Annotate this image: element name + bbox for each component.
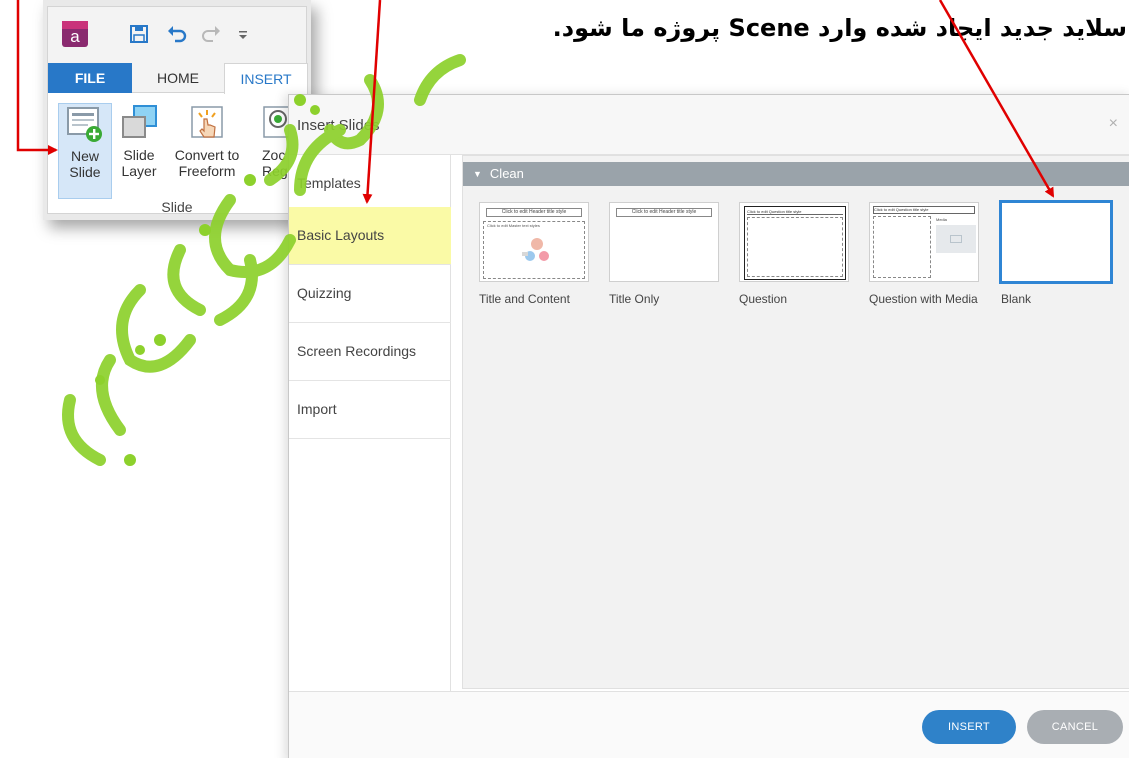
thumb-body: Click to edit Master text styles bbox=[483, 221, 585, 279]
tab-home[interactable]: HOME bbox=[140, 63, 216, 93]
quick-access-toolbar: a bbox=[48, 7, 306, 63]
ribbon-group-label: Slide bbox=[161, 199, 193, 215]
sidebar-item-screen-recordings[interactable]: Screen Recordings bbox=[289, 323, 451, 381]
dialog-footer: INSERT CANCEL bbox=[289, 691, 1129, 758]
zoom-region-label-1: Zoc bbox=[262, 147, 286, 163]
instruction-caption: سلاید جدید ایجاد شده وارد Scene پروژه ما… bbox=[552, 14, 1127, 42]
insert-slides-dialog: Insert Slides × Templates Basic Layouts … bbox=[288, 94, 1129, 758]
thumb-header: Click to edit Header title style bbox=[486, 208, 582, 217]
save-icon[interactable] bbox=[128, 23, 150, 45]
undo-icon[interactable] bbox=[166, 23, 188, 45]
convert-freeform-icon bbox=[191, 106, 223, 138]
sidebar-item-quizzing[interactable]: Quizzing bbox=[289, 265, 451, 323]
layout-label: Title and Content bbox=[479, 292, 570, 306]
new-slide-button[interactable]: New Slide bbox=[58, 103, 112, 199]
convert-freeform-label-1: Convert to bbox=[174, 147, 240, 163]
thumb-frame: Click to edit Question title style bbox=[744, 206, 846, 280]
layout-gallery: ▼ Clean Click to edit Header title style … bbox=[462, 155, 1129, 689]
slide-layer-label-1: Slide bbox=[123, 147, 155, 163]
section-title: Clean bbox=[489, 166, 524, 181]
collapse-triangle-icon: ▼ bbox=[473, 169, 482, 179]
placeholder-graphic-icon bbox=[522, 238, 549, 261]
convert-freeform-button[interactable]: Convert to Freeform bbox=[166, 103, 248, 179]
slide-layer-button[interactable]: Slide Layer bbox=[116, 103, 162, 179]
customize-toolbar-icon[interactable] bbox=[232, 23, 254, 45]
layout-label: Title Only bbox=[609, 292, 660, 306]
sidebar-item-import[interactable]: Import bbox=[289, 381, 451, 439]
media-image-icon bbox=[950, 235, 962, 243]
media-placeholder bbox=[936, 225, 976, 253]
thumb-body bbox=[873, 216, 931, 278]
new-slide-label-1: New bbox=[70, 148, 99, 164]
insert-button[interactable]: INSERT bbox=[922, 710, 1016, 744]
thumb-header: Click to edit Question title style bbox=[873, 206, 975, 214]
cancel-button[interactable]: CANCEL bbox=[1027, 710, 1123, 744]
new-slide-icon bbox=[67, 107, 102, 142]
tab-file[interactable]: FILE bbox=[48, 63, 132, 93]
layout-tile-title-only[interactable]: Click to edit Header title style bbox=[609, 202, 719, 282]
layout-tile-title-and-content[interactable]: Click to edit Header title style Click t… bbox=[479, 202, 589, 282]
layout-label: Question bbox=[739, 292, 788, 306]
slide-layer-icon bbox=[122, 105, 157, 138]
ribbon: a FILE HOME INSERT New Slide Slide Layer… bbox=[47, 6, 308, 215]
redo-icon[interactable] bbox=[200, 23, 222, 45]
layout-tile-question[interactable]: Click to edit Question title style bbox=[739, 202, 849, 282]
svg-text:a: a bbox=[70, 27, 80, 46]
dialog-title-bar: Insert Slides × bbox=[289, 95, 1129, 155]
slide-layer-label-2: Layer bbox=[121, 163, 157, 179]
close-icon[interactable]: × bbox=[1109, 115, 1118, 133]
layout-label: Question with Media bbox=[869, 292, 978, 306]
section-header-clean[interactable]: ▼ Clean bbox=[463, 162, 1129, 186]
convert-freeform-label-2: Freeform bbox=[178, 163, 236, 179]
category-sidebar: Templates Basic Layouts Quizzing Screen … bbox=[289, 155, 451, 695]
thumb-header: Click to edit Header title style bbox=[616, 208, 712, 217]
tab-insert[interactable]: INSERT bbox=[224, 63, 308, 94]
layout-tile-blank[interactable] bbox=[999, 200, 1113, 284]
ribbon-panel: a FILE HOME INSERT New Slide Slide Layer… bbox=[43, 0, 311, 220]
thumb-media-label: Media bbox=[936, 217, 947, 222]
sidebar-item-basic-layouts[interactable]: Basic Layouts bbox=[289, 207, 451, 265]
sidebar-item-templates[interactable]: Templates bbox=[289, 155, 451, 213]
thumb-body-text: Click to edit Master text styles bbox=[487, 223, 540, 228]
layout-label: Blank bbox=[1001, 292, 1032, 306]
thumb-body bbox=[747, 217, 843, 277]
zoom-region-label-2: Regi bbox=[262, 163, 291, 179]
ribbon-tabs: FILE HOME INSERT bbox=[48, 63, 308, 94]
dialog-title: Insert Slides bbox=[297, 117, 380, 134]
thumb-header: Click to edit Question title style bbox=[747, 209, 843, 215]
layout-tile-question-with-media[interactable]: Click to edit Question title style Media bbox=[869, 202, 979, 282]
new-slide-label-2: Slide bbox=[69, 164, 101, 180]
app-logo-icon: a bbox=[62, 21, 88, 47]
